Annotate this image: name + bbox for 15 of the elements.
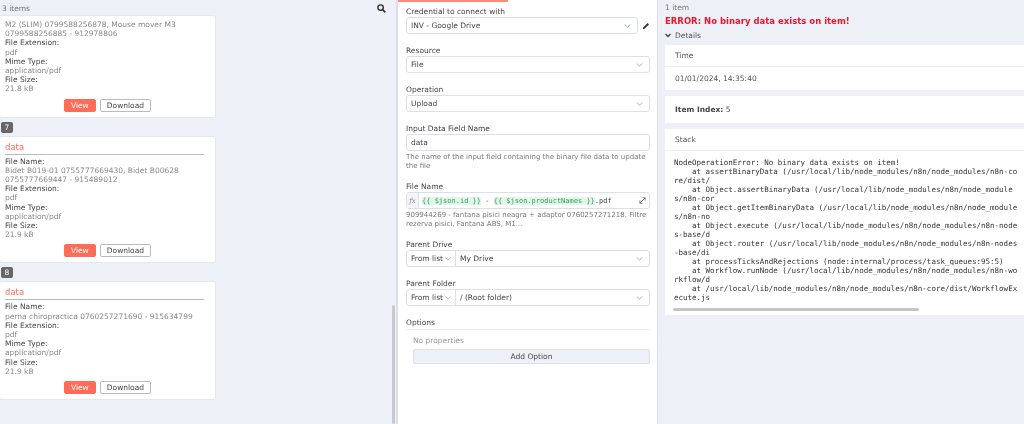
chevron-down-icon xyxy=(636,101,643,106)
caret-icon xyxy=(665,33,671,38)
chevron-down-icon xyxy=(636,62,643,67)
error-message: ERROR: No binary data exists on item! xyxy=(665,16,851,26)
pencil-icon[interactable] xyxy=(642,21,650,30)
chevron-down-icon xyxy=(445,295,451,300)
scrollbar-thumb[interactable] xyxy=(673,308,919,311)
card-title: data xyxy=(5,286,204,301)
expand-icon[interactable] xyxy=(639,197,646,204)
card-title: data xyxy=(5,140,204,155)
chevron-down-icon xyxy=(636,256,643,261)
chevron-down-icon xyxy=(445,256,451,261)
chevron-down-icon xyxy=(636,295,643,300)
chevron-down-icon xyxy=(624,23,631,28)
search-icon[interactable] xyxy=(377,3,386,13)
